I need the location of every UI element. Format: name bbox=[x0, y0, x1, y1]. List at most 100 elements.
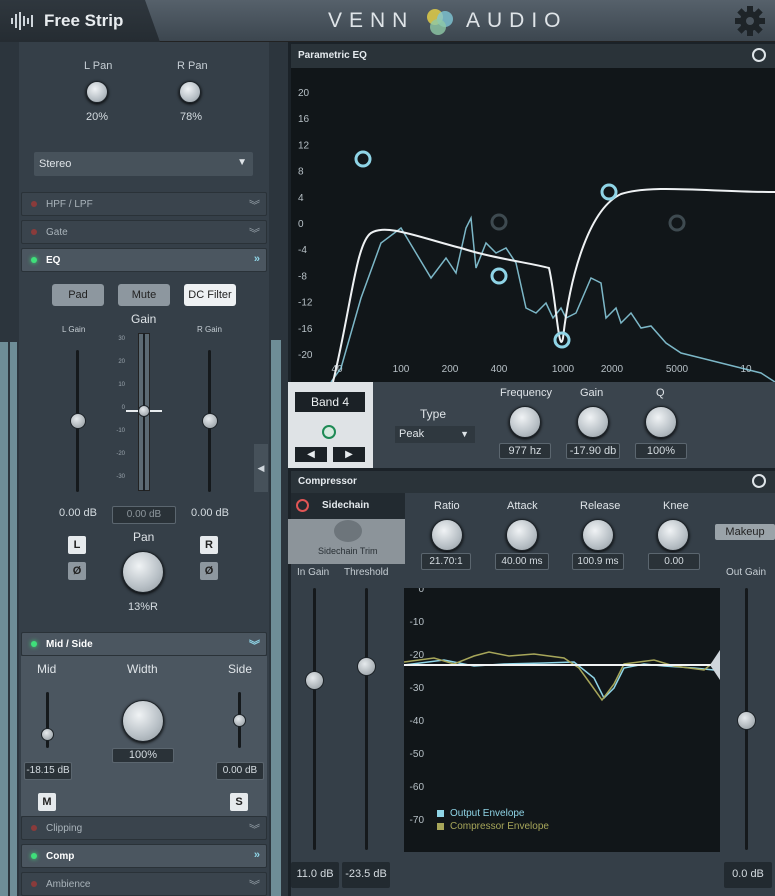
band-gain-value[interactable]: -17.90 db bbox=[566, 443, 620, 459]
r-pan-knob[interactable] bbox=[179, 81, 201, 103]
pad-button[interactable]: Pad bbox=[52, 284, 104, 306]
right-rail bbox=[271, 340, 281, 896]
side-thumb[interactable] bbox=[233, 714, 246, 727]
l-phase-button[interactable]: Ø bbox=[68, 562, 86, 580]
r-gain-label: R Gain bbox=[197, 325, 222, 334]
l-channel-button[interactable]: L bbox=[68, 536, 86, 554]
eq-x-tick: 2000 bbox=[601, 364, 624, 375]
r-pan-value: 78% bbox=[179, 111, 203, 123]
mid-solo-button[interactable]: M bbox=[38, 793, 56, 811]
chevron-down-icon: ︾ bbox=[249, 200, 260, 212]
q-knob[interactable] bbox=[645, 406, 677, 438]
compressor-envelope-line bbox=[403, 651, 715, 702]
r-gain-thumb[interactable] bbox=[202, 413, 218, 429]
mid-thumb[interactable] bbox=[41, 728, 54, 741]
frequency-knob[interactable] bbox=[509, 406, 541, 438]
eq-x-tick: 200 bbox=[442, 364, 459, 375]
meter-tick: -10 bbox=[410, 617, 425, 628]
l-gain-thumb[interactable] bbox=[70, 413, 86, 429]
l-pan-label: L Pan bbox=[84, 60, 113, 72]
frequency-value[interactable]: 977 hz bbox=[499, 443, 551, 459]
section-eq[interactable]: EQ» bbox=[21, 248, 267, 272]
eq-power-icon[interactable] bbox=[752, 48, 766, 62]
l-pan-value: 20% bbox=[85, 111, 109, 123]
side-value[interactable]: 0.00 dB bbox=[216, 762, 264, 780]
next-band-button[interactable]: ▶ bbox=[333, 447, 365, 462]
gain-value-box[interactable]: 0.00 dB bbox=[112, 506, 176, 524]
section-ambience[interactable]: Ambience ︾ bbox=[21, 872, 267, 896]
out-gain-value[interactable]: 0.0 dB bbox=[724, 862, 772, 888]
type-label: Type bbox=[420, 407, 447, 421]
mid-label: Mid bbox=[37, 662, 57, 676]
side-solo-button[interactable]: S bbox=[230, 793, 248, 811]
chevron-down-icon: ︾ bbox=[249, 228, 260, 240]
attack-knob[interactable] bbox=[506, 519, 538, 551]
in-gain-track[interactable] bbox=[313, 588, 316, 850]
eq-x-tick: 1000 bbox=[552, 364, 575, 375]
type-select[interactable]: Peak ▼ bbox=[395, 426, 475, 443]
eq-y-tick: 0 bbox=[298, 219, 304, 230]
makeup-button[interactable]: Makeup bbox=[715, 524, 775, 540]
mid-value[interactable]: -18.15 dB bbox=[24, 762, 72, 780]
meter-tick: -60 bbox=[410, 782, 425, 793]
frequency-label: Frequency bbox=[500, 387, 552, 399]
pan-knob[interactable] bbox=[122, 551, 164, 593]
band-power-icon[interactable] bbox=[322, 425, 336, 439]
in-gain-thumb[interactable] bbox=[305, 671, 324, 690]
gain-scale-tick: 10 bbox=[118, 382, 125, 388]
section-hpf[interactable]: HPF / LPF ︾ bbox=[21, 192, 267, 216]
prev-band-button[interactable]: ◀ bbox=[295, 447, 327, 462]
release-value[interactable]: 100.9 ms bbox=[572, 553, 624, 570]
spectrum-line bbox=[330, 215, 775, 383]
type-select-value: Peak bbox=[399, 428, 425, 440]
section-midside[interactable]: Mid / Side ︾ bbox=[21, 632, 267, 656]
l-gain-label: L Gain bbox=[62, 325, 86, 334]
out-gain-thumb[interactable] bbox=[737, 711, 756, 730]
release-knob[interactable] bbox=[582, 519, 614, 551]
gain-thumb[interactable] bbox=[138, 405, 150, 417]
mode-select[interactable]: Stereo ▼ bbox=[34, 152, 253, 176]
eq-y-tick: 12 bbox=[298, 140, 310, 151]
threshold-thumb[interactable] bbox=[357, 657, 376, 676]
dc-filter-button[interactable]: DC Filter bbox=[184, 284, 236, 306]
r-channel-button[interactable]: R bbox=[200, 536, 218, 554]
r-phase-button[interactable]: Ø bbox=[200, 562, 218, 580]
band-gain-label: Gain bbox=[580, 387, 604, 399]
ratio-knob[interactable] bbox=[431, 519, 463, 551]
attack-label: Attack bbox=[507, 500, 538, 512]
band-gain-knob[interactable] bbox=[577, 406, 609, 438]
threshold-track[interactable] bbox=[365, 588, 368, 850]
gain-scale-tick: 20 bbox=[118, 359, 125, 365]
knee-value[interactable]: 0.00 bbox=[648, 553, 700, 570]
section-comp[interactable]: Comp» bbox=[21, 844, 267, 868]
section-clipping[interactable]: Clipping ︾ bbox=[21, 816, 267, 840]
eq-y-tick: -20 bbox=[298, 350, 313, 361]
eq-band-node bbox=[490, 267, 508, 285]
attack-value[interactable]: 40.00 ms bbox=[495, 553, 549, 570]
eq-x-tick: 400 bbox=[491, 364, 508, 375]
knee-knob[interactable] bbox=[657, 519, 689, 551]
brand-venn: VENN bbox=[328, 9, 415, 32]
power-led-icon bbox=[31, 229, 37, 235]
out-gain-label: Out Gain bbox=[726, 567, 767, 578]
compressor-power-icon[interactable] bbox=[752, 474, 766, 488]
in-gain-value[interactable]: 11.0 dB bbox=[291, 862, 339, 888]
width-value[interactable]: 100% bbox=[112, 748, 174, 763]
sidechain-trim-knob[interactable] bbox=[334, 520, 362, 542]
gear-icon[interactable] bbox=[734, 5, 766, 37]
band-name[interactable]: Band 4 bbox=[295, 392, 365, 412]
collapse-tab[interactable]: ◀ bbox=[254, 444, 268, 492]
sidechain-power-icon[interactable] bbox=[296, 499, 309, 512]
q-value[interactable]: 100% bbox=[635, 443, 687, 459]
ratio-value[interactable]: 21.70:1 bbox=[421, 553, 471, 570]
threshold-value[interactable]: -23.5 dB bbox=[342, 862, 390, 888]
mute-button[interactable]: Mute bbox=[118, 284, 170, 306]
power-led-icon bbox=[31, 257, 37, 263]
width-knob[interactable] bbox=[122, 700, 164, 742]
l-pan-knob[interactable] bbox=[86, 81, 108, 103]
width-label: Width bbox=[127, 662, 158, 676]
mode-select-value: Stereo bbox=[39, 158, 72, 170]
section-gate[interactable]: Gate ︾ bbox=[21, 220, 267, 244]
l-gain-value: 0.00 dB bbox=[59, 507, 97, 519]
eq-plot[interactable]: 20 16 12 8 4 0 -4 -8 -12 -16 -20 40 100 200 400 1000 200… bbox=[291, 68, 775, 383]
